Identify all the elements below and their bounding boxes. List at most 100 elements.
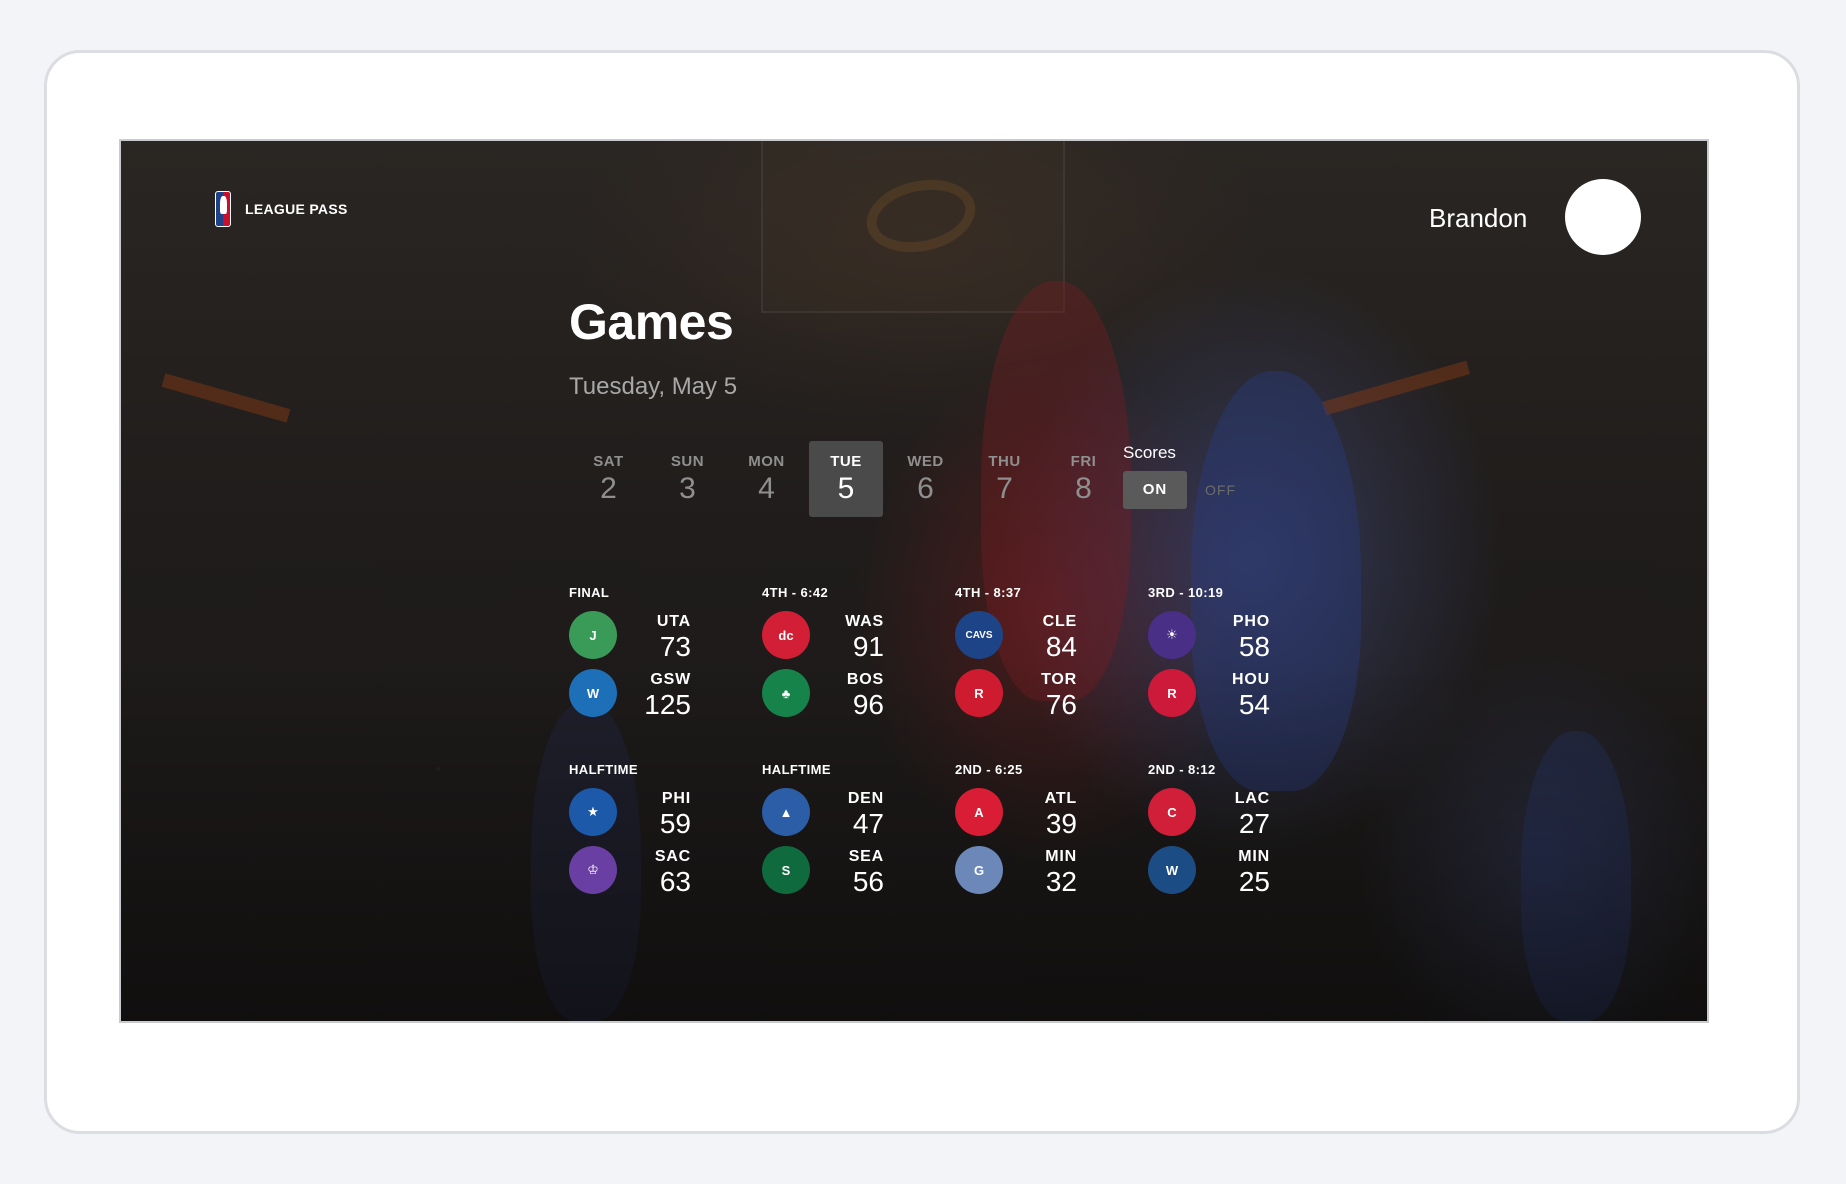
team-score: 63 (659, 866, 691, 897)
user-name[interactable]: Brandon (1429, 203, 1527, 234)
team-abbreviation: PHI (661, 790, 691, 807)
game-status: HALFTIME (569, 762, 638, 777)
team-row: dc WAS 91 (762, 607, 922, 662)
team-score: 91 (852, 631, 884, 662)
day-number: 2 (600, 472, 617, 505)
team-abbreviation: UTA (656, 613, 691, 630)
day-of-week: TUE (830, 453, 862, 470)
kings-logo-icon: ♔ (569, 846, 617, 894)
grizzlies-logo-icon: G (955, 846, 1003, 894)
game-status: 2ND - 6:25 (955, 762, 1023, 777)
game-card[interactable]: HALFTIME ▲ DEN 47 S SEA 56 (762, 762, 922, 912)
team-row: ☀ PHO 58 (1148, 607, 1308, 662)
team-abbreviation: MIN (1238, 848, 1270, 865)
team-abbreviation: PHO (1232, 613, 1270, 630)
timberwolves-logo-icon: W (1148, 846, 1196, 894)
team-abbreviation: MIN (1045, 848, 1077, 865)
team-row: A ATL 39 (955, 784, 1115, 839)
team-abbreviation: SAC (654, 848, 691, 865)
hawks-logo-icon: A (955, 788, 1003, 836)
day-fri[interactable]: FRI 8 (1044, 441, 1123, 517)
team-abbreviation: LAC (1234, 790, 1270, 807)
celtics-logo-icon: ♣ (762, 669, 810, 717)
team-row: ♔ SAC 63 (569, 842, 729, 897)
game-status: FINAL (569, 585, 610, 600)
day-number: 7 (996, 472, 1013, 505)
day-of-week: WED (907, 453, 944, 470)
team-row: CAVS CLE 84 (955, 607, 1115, 662)
team-row: ▲ DEN 47 (762, 784, 922, 839)
day-number: 6 (917, 472, 934, 505)
warriors-logo-icon: W (569, 669, 617, 717)
day-tue-selected[interactable]: TUE 5 (809, 441, 883, 517)
team-score: 54 (1238, 689, 1270, 720)
team-abbreviation: BOS (846, 671, 884, 688)
team-score: 76 (1045, 689, 1077, 720)
team-row: C LAC 27 (1148, 784, 1308, 839)
arena-ad-board (161, 373, 291, 423)
team-abbreviation: CLE (1042, 613, 1077, 630)
team-abbreviation: TOR (1041, 671, 1077, 688)
avatar[interactable] (1565, 179, 1641, 255)
game-card[interactable]: 4TH - 6:42 dc WAS 91 ♣ BOS 96 (762, 585, 922, 735)
game-card[interactable]: 2ND - 8:12 C LAC 27 W MIN 25 (1148, 762, 1308, 912)
team-row: J UTA 73 (569, 607, 729, 662)
game-card[interactable]: 2ND - 6:25 A ATL 39 G MIN 32 (955, 762, 1115, 912)
day-number: 4 (758, 472, 775, 505)
team-row: W GSW 125 (569, 665, 729, 720)
game-status: 4TH - 6:42 (762, 585, 829, 600)
day-of-week: SUN (670, 453, 705, 470)
scores-toggle-label: Scores (1123, 443, 1176, 462)
day-number: 8 (1075, 472, 1092, 505)
day-of-week: SAT (593, 453, 624, 470)
raptors-logo-icon: R (955, 669, 1003, 717)
game-status: HALFTIME (762, 762, 831, 777)
team-row: ♣ BOS 96 (762, 665, 922, 720)
day-sun[interactable]: SUN 3 (648, 441, 727, 517)
scores-on-button[interactable]: ON (1123, 471, 1187, 509)
wizards-logo-icon: dc (762, 611, 810, 659)
team-row: W MIN 25 (1148, 842, 1308, 897)
day-thu[interactable]: THU 7 (965, 441, 1044, 517)
selected-date: Tuesday, May 5 (569, 373, 738, 400)
nuggets-logo-icon: ▲ (762, 788, 810, 836)
team-row: R HOU 54 (1148, 665, 1308, 720)
game-status: 3RD - 10:19 (1148, 585, 1224, 600)
day-of-week: FRI (1070, 453, 1097, 470)
team-row: S SEA 56 (762, 842, 922, 897)
game-status: 2ND - 8:12 (1148, 762, 1216, 777)
brand[interactable]: LEAGUE PASS (215, 191, 348, 227)
day-number: 5 (837, 472, 855, 505)
team-abbreviation: WAS (845, 613, 884, 630)
day-sat[interactable]: SAT 2 (569, 441, 648, 517)
jazz-logo-icon: J (569, 611, 617, 659)
team-row: G MIN 32 (955, 842, 1115, 897)
team-abbreviation: GSW (650, 671, 691, 688)
team-score: 39 (1045, 808, 1077, 839)
game-card[interactable]: 4TH - 8:37 CAVS CLE 84 R TOR 76 (955, 585, 1115, 735)
brand-label: LEAGUE PASS (245, 201, 348, 217)
clippers-logo-icon: C (1148, 788, 1196, 836)
day-wed[interactable]: WED 6 (886, 441, 965, 517)
arena-ad-board (1321, 360, 1471, 416)
team-score: 125 (644, 689, 691, 720)
rockets-logo-icon: R (1148, 669, 1196, 717)
team-score: 27 (1238, 808, 1270, 839)
team-score: 47 (852, 808, 884, 839)
76ers-logo-icon: ★ (569, 788, 617, 836)
team-score: 25 (1238, 866, 1270, 897)
day-of-week: THU (988, 453, 1021, 470)
team-score: 84 (1045, 631, 1077, 662)
team-score: 58 (1238, 631, 1270, 662)
game-card[interactable]: 3RD - 10:19 ☀ PHO 58 R HOU 54 (1148, 585, 1308, 735)
suns-logo-icon: ☀ (1148, 611, 1196, 659)
day-number: 3 (679, 472, 696, 505)
game-card[interactable]: HALFTIME ★ PHI 59 ♔ SAC 63 (569, 762, 729, 912)
tv-screen: LEAGUE PASS Brandon Games Tuesday, May 5… (119, 139, 1709, 1023)
game-card[interactable]: FINAL J UTA 73 W GSW 125 (569, 585, 729, 735)
day-of-week: MON (748, 453, 785, 470)
team-score: 73 (659, 631, 691, 662)
scores-off-button[interactable]: OFF (1205, 471, 1236, 509)
day-mon[interactable]: MON 4 (727, 441, 806, 517)
nba-logo-icon (215, 191, 231, 227)
